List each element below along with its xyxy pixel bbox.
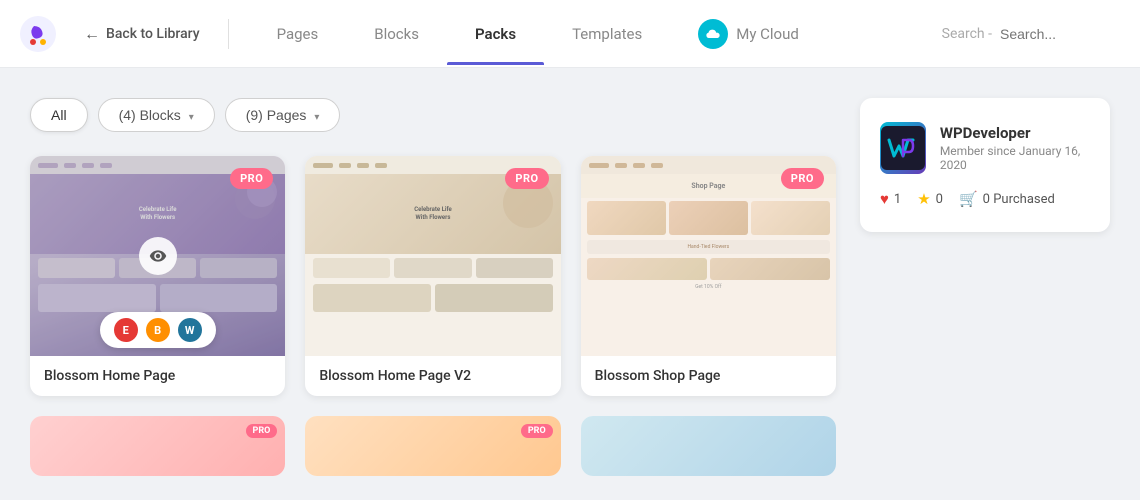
stars-stat: ★ 0	[917, 190, 943, 208]
wordpress-icon[interactable]: W	[178, 318, 202, 342]
search-input[interactable]	[1000, 26, 1120, 42]
card-thumb-3: Shop Page Hand-Tied Flowers	[581, 156, 836, 356]
pro-badge-2: PRO	[505, 168, 548, 189]
card-title-1: Blossom Home Page	[30, 356, 285, 396]
card-blossom-shop[interactable]: Shop Page Hand-Tied Flowers	[581, 156, 836, 396]
partial-cards-row: PRO PRO	[30, 416, 836, 476]
likes-stat: ♥ 1	[880, 190, 901, 208]
search-label: Search -	[942, 26, 992, 42]
pro-badge-3: PRO	[781, 168, 824, 189]
tab-my-cloud[interactable]: My Cloud	[670, 0, 827, 71]
back-to-library-btn[interactable]: ← Back to Library	[76, 20, 208, 48]
app-logo-icon	[20, 16, 56, 52]
partial-card-2[interactable]: PRO	[305, 416, 560, 476]
tab-packs[interactable]: Packs	[447, 3, 544, 65]
blocks-dropdown-arrow: ▾	[189, 112, 194, 123]
pages-dropdown-arrow: ▾	[314, 112, 319, 123]
tab-templates[interactable]: Templates	[544, 3, 670, 65]
filter-pages-btn[interactable]: (9) Pages ▾	[225, 98, 341, 132]
main-nav: Pages Blocks Packs Templates My Cloud	[249, 0, 942, 71]
developer-stats: ♥ 1 ★ 0 🛒 0 Purchased	[880, 190, 1090, 208]
filter-all-btn[interactable]: All	[30, 98, 88, 132]
elementor-icon[interactable]: E	[114, 318, 138, 342]
likes-count: 1	[894, 192, 901, 207]
card-thumb-1: Celebrate LifeWith Flowers	[30, 156, 285, 356]
stars-count: 0	[936, 192, 943, 207]
card-title-2: Blossom Home Page V2	[305, 356, 560, 396]
star-icon: ★	[917, 190, 930, 208]
developer-name: WPDeveloper	[940, 124, 1090, 142]
developer-card: WPDeveloper Member since January 16, 202…	[860, 98, 1110, 232]
developer-avatar	[880, 122, 926, 174]
partial-card-1[interactable]: PRO	[30, 416, 285, 476]
back-label: Back to Library	[106, 26, 200, 42]
filter-blocks-btn[interactable]: (4) Blocks ▾	[98, 98, 215, 132]
cart-icon: 🛒	[959, 190, 978, 208]
card-thumb-2: Celebrate LifeWith Flowers	[305, 156, 560, 356]
tab-blocks[interactable]: Blocks	[346, 3, 447, 65]
app-header: ← Back to Library Pages Blocks Packs Tem…	[0, 0, 1140, 68]
filter-bar: All (4) Blocks ▾ (9) Pages ▾	[30, 98, 836, 132]
card-blossom-home[interactable]: Celebrate LifeWith Flowers	[30, 156, 285, 396]
pro-badge-1: PRO	[230, 168, 273, 189]
logo-area	[20, 16, 56, 52]
heart-icon: ♥	[880, 190, 889, 208]
preview-btn-1[interactable]	[139, 237, 177, 275]
tab-pages[interactable]: Pages	[249, 3, 347, 65]
sidebar: WPDeveloper Member since January 16, 202…	[860, 98, 1110, 476]
partial-card-3[interactable]	[581, 416, 836, 476]
content-area: All (4) Blocks ▾ (9) Pages ▾	[0, 68, 1140, 496]
back-arrow-icon: ←	[84, 24, 100, 44]
editor-bar-1: E B W	[100, 312, 216, 348]
developer-header: WPDeveloper Member since January 16, 202…	[880, 122, 1090, 174]
cards-grid: Celebrate LifeWith Flowers	[30, 156, 836, 396]
developer-member-since: Member since January 16, 2020	[940, 144, 1090, 172]
main-area: All (4) Blocks ▾ (9) Pages ▾	[30, 98, 836, 476]
purchased-stat: 🛒 0 Purchased	[959, 190, 1055, 208]
developer-info: WPDeveloper Member since January 16, 202…	[940, 124, 1090, 172]
card-title-3: Blossom Shop Page	[581, 356, 836, 396]
cloud-icon	[698, 19, 728, 49]
beaver-builder-icon[interactable]: B	[146, 318, 170, 342]
nav-divider	[228, 19, 229, 49]
card-blossom-home-v2[interactable]: Celebrate LifeWith Flowers	[305, 156, 560, 396]
purchased-count: 0 Purchased	[983, 192, 1055, 207]
search-area: Search -	[942, 26, 1120, 42]
